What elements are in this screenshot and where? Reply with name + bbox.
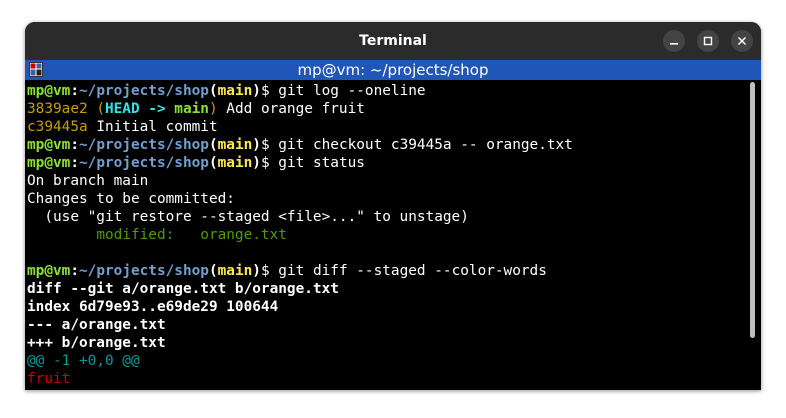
log-line: 3839ae2 (HEAD -> main) Add orange fruit — [27, 100, 747, 118]
commit-message: Add orange fruit — [217, 101, 365, 117]
prompt-paren-open: ( — [208, 83, 218, 99]
command-text: git status — [278, 155, 365, 171]
prompt-user-host: mp@vm — [27, 155, 71, 171]
prompt-line-checkout: mp@vm:~/projects/shop(main)$ git checkou… — [27, 136, 747, 154]
prompt-paren-open: ( — [208, 137, 218, 153]
prompt-paren-open: ( — [208, 263, 218, 279]
prompt-path: ~/projects/shop — [79, 263, 209, 279]
prompt-paren-close: ) — [252, 263, 261, 279]
command-text: git log --oneline — [278, 83, 426, 99]
status-line: Changes to be committed: — [27, 191, 235, 207]
prompt-line-log: mp@vm:~/projects/shop(main)$ git log --o… — [27, 82, 747, 100]
prompt-line-diff: mp@vm:~/projects/shop(main)$ git diff --… — [27, 262, 747, 280]
commit-hash: c39445a — [27, 119, 88, 135]
prompt-user-host: mp@vm — [27, 263, 71, 279]
prompt-symbol: $ — [260, 155, 279, 171]
diff-index-line: index 6d79e93..e69de29 100644 — [27, 299, 279, 315]
commit-message: Initial commit — [87, 119, 218, 135]
terminal-output[interactable]: mp@vm:~/projects/shop(main)$ git log --o… — [25, 80, 761, 390]
prompt-branch: main — [217, 137, 253, 153]
prompt-path: ~/projects/shop — [79, 83, 209, 99]
terminal-window: Terminal mp@vm: ~/projects/shop mp@vm:~/… — [25, 22, 761, 390]
diff-removed-line: fruit — [27, 371, 71, 387]
prompt-paren-open: ( — [208, 155, 218, 171]
status-line: On branch main — [27, 173, 149, 189]
command-text: git diff --staged --color-words — [278, 263, 547, 279]
prompt-paren-close: ) — [252, 137, 261, 153]
title-bar[interactable]: Terminal — [25, 22, 761, 60]
minimize-icon — [670, 43, 678, 45]
diff-new-file-line: +++ b/orange.txt — [27, 335, 166, 351]
tab-title: mp@vm: ~/projects/shop — [297, 61, 489, 79]
tab-bar[interactable]: mp@vm: ~/projects/shop — [25, 60, 761, 80]
prompt-path: ~/projects/shop — [79, 155, 209, 171]
branch-ref: main — [174, 101, 209, 117]
prompt-colon: : — [70, 155, 79, 171]
prompt-branch: main — [217, 155, 253, 171]
prompt-user-host: mp@vm — [27, 83, 71, 99]
prompt-colon: : — [70, 83, 79, 99]
ref-paren-open: ( — [87, 101, 105, 117]
log-line: c39445a Initial commit — [27, 118, 747, 136]
terminal-lines: mp@vm:~/projects/shop(main)$ git log --o… — [27, 82, 747, 388]
prompt-symbol: $ — [260, 263, 279, 279]
prompt-user-host: mp@vm — [27, 137, 71, 153]
close-button[interactable] — [731, 30, 753, 52]
maximize-button[interactable] — [697, 30, 719, 52]
window-title: Terminal — [359, 33, 427, 49]
diff-header-line: diff --git a/orange.txt b/orange.txt — [27, 281, 339, 297]
command-text: git checkout c39445a -- orange.txt — [278, 137, 573, 153]
prompt-colon: : — [70, 137, 79, 153]
diff-old-file-line: --- a/orange.txt — [27, 317, 166, 333]
prompt-symbol: $ — [260, 137, 279, 153]
maximize-icon — [703, 36, 713, 46]
close-icon — [737, 36, 747, 46]
scrollbar-thumb[interactable] — [750, 82, 755, 338]
status-hint-line: (use "git restore --staged <file>..." to… — [27, 209, 469, 225]
prompt-symbol: $ — [260, 83, 279, 99]
minimize-button[interactable] — [663, 30, 685, 52]
prompt-paren-close: ) — [252, 83, 261, 99]
prompt-paren-close: ) — [252, 155, 261, 171]
prompt-path: ~/projects/shop — [79, 137, 209, 153]
vertical-scrollbar[interactable] — [749, 82, 757, 388]
commit-hash: 3839ae2 — [27, 101, 88, 117]
prompt-line-status: mp@vm:~/projects/shop(main)$ git status — [27, 154, 747, 172]
prompt-colon: : — [70, 263, 79, 279]
head-ref: HEAD -> — [104, 101, 175, 117]
ref-paren-close: ) — [208, 101, 218, 117]
status-modified-line: modified: orange.txt — [27, 227, 287, 243]
prompt-branch: main — [217, 263, 253, 279]
prompt-branch: main — [217, 83, 253, 99]
diff-hunk-line: @@ -1 +0,0 @@ — [27, 353, 140, 369]
